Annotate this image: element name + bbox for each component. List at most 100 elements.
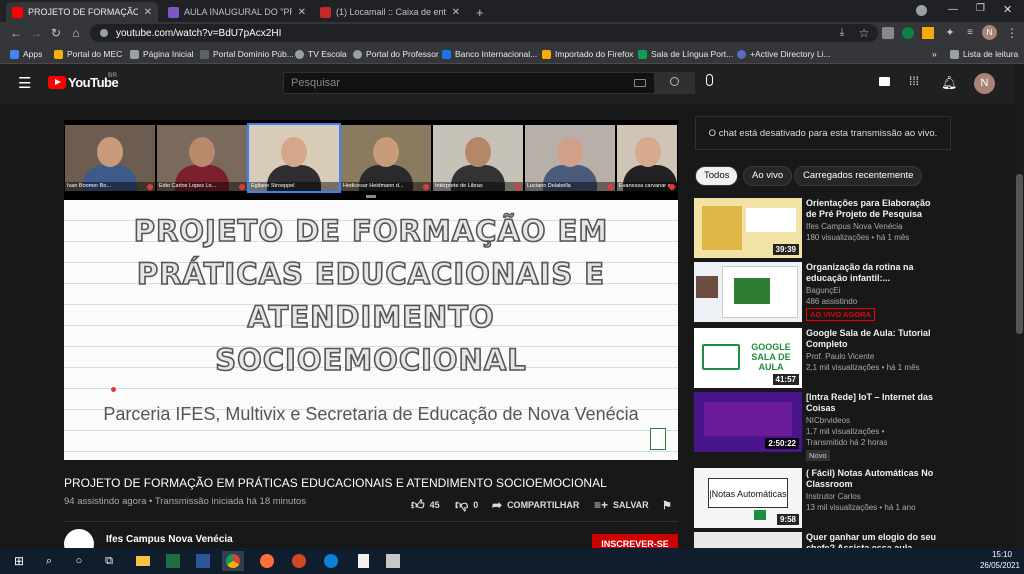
page-scrollbar[interactable] [1015,64,1024,548]
bookmark-banco-internacional[interactable]: Banco Internacional... [442,47,537,61]
rec-title[interactable]: ( Fácil) Notas Automáticas No Classroom [806,468,938,490]
bookmark-sala-lingua[interactable]: Sala de Língua Port... [638,47,733,61]
account-avatar[interactable]: N [974,73,995,94]
recommended-video[interactable]: Quer ganhar um elogio do seu chefe? Assi… [694,532,1024,548]
bookmark-portal-professor[interactable]: Portal do Professor [353,47,439,61]
bookmark-mec[interactable]: Portal do MEC [54,47,122,61]
reload-icon[interactable]: ↻ [48,25,64,41]
bookmarks-overflow[interactable]: » [932,47,937,61]
video-thumbnail[interactable]: GOOGLE SALA DE AULA 41:57 [694,328,802,388]
download-icon[interactable]: ⤓ [834,25,850,41]
video-thumbnail[interactable]: |Notas Automáticas 9:58 [694,468,802,528]
edge-icon[interactable] [320,551,342,571]
bookmark-firefox-folder[interactable]: Importado do Firefox [542,47,633,61]
cortana-icon[interactable]: ○ [68,551,90,571]
close-tab-icon[interactable]: ✕ [144,7,152,18]
puzzle-extensions-icon[interactable]: ✦ [942,25,958,41]
menu-dots-icon[interactable]: ⋮ [1004,25,1020,41]
subscribe-button[interactable]: INSCREVER-SE [592,534,678,548]
reading-list[interactable]: Lista de leitura [950,47,1018,61]
drag-handle [366,195,376,198]
bookmark-tv-escola[interactable]: TV Escola [295,47,347,61]
close-tab-icon[interactable]: ✕ [298,7,306,18]
video-thumbnail[interactable] [694,532,802,548]
close-window-button[interactable]: ✕ [1003,3,1012,16]
bookmark-pagina-inicial[interactable]: Página Inicial [130,47,194,61]
rec-views: 180 visualizações • há 1 mês [806,233,910,242]
video-thumbnail[interactable] [694,262,802,322]
dislike-button[interactable]: 👎︎ 0 [455,497,478,512]
media-control-icon[interactable]: ≡ [962,25,978,41]
recommended-video[interactable]: 2:50:22 [Intra Rede] IoT – Internet das … [694,392,1024,461]
search-button[interactable] [655,72,695,94]
microphone-icon[interactable] [706,74,713,86]
notepad-icon[interactable] [352,551,374,571]
rec-title[interactable]: [Intra Rede] IoT – Internet das Coisas [806,392,938,414]
recommended-video[interactable]: 39:39 Orientações para Elaboração de Pré… [694,198,1024,262]
minimize-button[interactable]: — [948,4,958,15]
bookmark-dominio-publico[interactable]: Portal Domínio Púb... [200,47,294,61]
search-input[interactable]: Pesquisar [283,72,655,94]
chip-carregados[interactable]: Carregados recentemente [794,166,923,186]
search-icon[interactable]: ⌕ [38,551,60,571]
chip-ao-vivo[interactable]: Ao vivo [743,166,793,186]
tab-youtube[interactable]: PROJETO DE FORMAÇÃO EM ✕ [6,2,158,22]
tab-locamail[interactable]: (1) Locamail :: Caixa de entrada ✕ [314,2,466,22]
video-thumbnail[interactable]: 39:39 [694,198,802,258]
recommended-video[interactable]: Organização da rotina na educação infant… [694,262,1024,326]
extension-icon[interactable] [902,27,914,39]
rec-title[interactable]: Orientações para Elaboração de Pré Proje… [806,198,938,220]
channel-name[interactable]: Ifes Campus Nova Venécia [106,534,233,545]
bookmark-apps[interactable]: Apps [10,47,42,61]
hamburger-menu-icon[interactable]: ☰ [18,74,31,92]
profile-avatar[interactable]: N [982,25,997,40]
forward-arrow-icon[interactable]: → [28,25,44,41]
powerpoint-icon[interactable] [288,551,310,571]
tab-search-icon[interactable] [916,5,927,16]
firefox-icon[interactable] [256,551,278,571]
report-flag-icon[interactable]: ⚑ [662,498,672,512]
save-button[interactable]: ≡+ SALVAR [594,498,649,512]
bookmark-active-directory[interactable]: +Active Directory Li... [737,47,831,61]
rec-channel[interactable]: NICbrvideos [806,416,850,425]
clock-time[interactable]: 15:10 [982,550,1022,559]
rec-title[interactable]: Google Sala de Aula: Tutorial Completo [806,328,938,350]
extension-icon[interactable] [922,27,934,39]
chrome-icon[interactable] [222,551,244,571]
extension-icon[interactable] [882,27,894,39]
share-button[interactable]: ➦ COMPARTILHAR [492,498,579,512]
rec-channel[interactable]: Instrutor Carlos [806,492,861,501]
bookmark-star-icon[interactable]: ☆ [856,25,872,41]
apps-grid-icon[interactable]: ⁞⁞⁞ [909,75,919,87]
clock-date[interactable]: 26/05/2021 [978,561,1022,570]
rec-title[interactable]: Organização da rotina na educação infant… [806,262,938,284]
like-button[interactable]: 👍︎ 45 [411,497,440,512]
excel-icon[interactable] [162,551,184,571]
word-icon[interactable] [192,551,214,571]
close-tab-icon[interactable]: ✕ [452,7,460,18]
youtube-logo-icon[interactable] [48,76,66,89]
back-arrow-icon[interactable]: ← [8,25,24,41]
rec-title[interactable]: Quer ganhar um elogio do seu chefe? Assi… [806,532,938,548]
rec-channel[interactable]: Prof. Paulo Vicente [806,352,874,361]
notifications-bell-icon[interactable]: 🔔︎ [941,75,958,91]
chip-todos[interactable]: Todos [695,166,739,186]
app-icon[interactable] [382,551,404,571]
tab-aula-inaugural[interactable]: AULA INAUGURAL DO "PROJETO ✕ [162,2,312,22]
restore-button[interactable]: ❐ [976,3,985,14]
scrollbar-thumb[interactable] [1016,174,1023,334]
windows-start-icon[interactable]: ⊞ [8,551,30,571]
video-thumbnail[interactable]: 2:50:22 [694,392,802,452]
rec-channel[interactable]: BagunçEi [806,286,840,295]
file-explorer-icon[interactable] [132,551,154,571]
recommended-video[interactable]: GOOGLE SALA DE AULA 41:57 Google Sala de A… [694,328,1024,392]
keyboard-icon[interactable] [634,79,646,87]
task-view-icon[interactable]: ⧉ [98,551,120,571]
rec-channel[interactable]: Ifes Campus Nova Venécia [806,222,903,231]
recommended-video[interactable]: |Notas Automáticas 9:58 ( Fácil) Notas A… [694,468,1024,532]
home-icon[interactable]: ⌂ [68,25,84,41]
create-video-icon[interactable] [879,77,890,86]
video-player[interactable]: Ivan Boomer Bo... Edio Carlos Lopes Lo..… [64,120,678,460]
address-bar[interactable]: youtube.com/watch?v=BdU7pAcx2HI [90,24,878,42]
new-tab-button[interactable]: + [470,2,490,22]
